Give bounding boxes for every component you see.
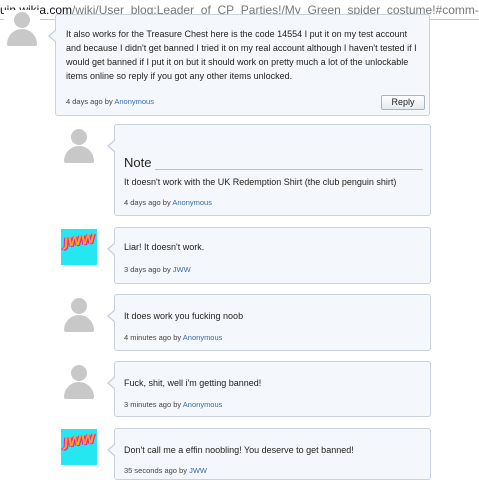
avatar-body-icon [64,382,94,399]
comment-bubble: Liar! It doesn't work. 3 days ago by JWW [107,227,431,284]
comment-meta: 3 minutes ago by Anonymous [124,400,222,409]
comment-meta: 35 seconds ago by JWW [124,466,207,475]
avatar-body-icon [64,146,94,163]
comment-bubble: It does work you fucking noob 4 minutes … [107,294,431,351]
avatar-head-icon [71,298,87,314]
avatar-head-icon [14,12,30,28]
comment-time: 4 days ago by [66,97,113,106]
default-user-avatar[interactable] [61,296,97,332]
comment-time: 3 minutes ago by [124,400,182,409]
avatar-body-icon [7,29,37,46]
comment-text: It doesn't work with the UK Redemption S… [124,177,397,187]
comment-meta: 3 days ago by JWW [124,265,191,274]
comment-author-link[interactable]: JWW [173,265,191,274]
jww-logo-icon: JWW [62,231,96,252]
comment-meta: 4 days ago by Anonymous [124,198,212,207]
jww-logo-icon: JWW [62,431,96,452]
comment-bubble: It also works for the Treasure Chest her… [48,14,430,116]
comment-time: 35 seconds ago by [124,466,187,475]
note-divider [155,169,423,170]
comment-author-link[interactable]: JWW [189,466,207,475]
default-user-avatar[interactable] [61,363,97,399]
comment-author-link[interactable]: Anonymous [183,400,223,409]
default-user-avatar[interactable] [61,127,97,163]
comment-text: It also works for the Treasure Chest her… [66,29,417,81]
jww-avatar[interactable]: JWW [61,429,97,465]
comment-meta: 4 days ago by Anonymous [66,97,154,106]
comment-text: Liar! It doesn't work. [124,242,205,252]
comment-author-link[interactable]: Anonymous [183,333,223,342]
note-title: Note [124,155,152,170]
avatar-head-icon [71,365,87,381]
comment-author-link[interactable]: Anonymous [172,198,212,207]
comment-text: It does work you fucking noob [124,311,244,321]
reply-button[interactable]: Reply [381,95,425,110]
default-user-avatar[interactable] [4,10,40,46]
comment-bubble: Don't call me a effin noobling! You dese… [107,428,431,480]
comment-bubble: Note It doesn't work with the UK Redempt… [107,124,431,216]
comment-time: 4 minutes ago by [124,333,182,342]
comment-author-link[interactable]: Anonymous [114,97,154,106]
comment-meta: 4 minutes ago by Anonymous [124,333,222,342]
jww-avatar[interactable]: JWW [61,229,97,265]
comment-text: Don't call me a effin noobling! You dese… [124,445,354,455]
comment-bubble: Fuck, shit, well i'm getting banned! 3 m… [107,361,431,417]
comment-time: 4 days ago by [124,198,171,207]
comment-text: Fuck, shit, well i'm getting banned! [124,378,262,388]
comment-time: 3 days ago by [124,265,171,274]
avatar-body-icon [64,315,94,332]
avatar-head-icon [71,129,87,145]
